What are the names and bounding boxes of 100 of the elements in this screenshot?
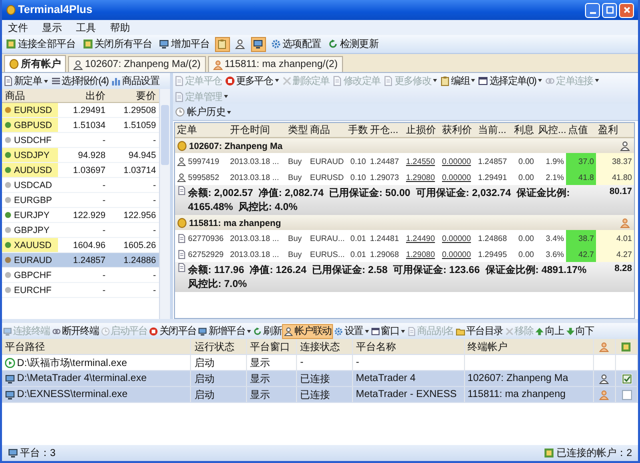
cell-text: 显示: [250, 388, 270, 402]
toolbar-button[interactable]: 选择报价(4): [50, 74, 110, 88]
quote-row[interactable]: USDCAD - -: [2, 178, 159, 193]
quote-row[interactable]: EURCHF - -: [2, 283, 159, 298]
column-header[interactable]: 平台名称: [352, 339, 465, 354]
toolbar-button[interactable]: 窗口: [370, 324, 406, 338]
toolbar-button[interactable]: 检测更新: [326, 36, 380, 52]
column-header[interactable]: 平台路径: [2, 339, 192, 354]
quote-row[interactable]: USDJPY 94.928 94.945: [2, 148, 159, 163]
toolbar-button[interactable]: 连接全部平台: [4, 36, 78, 52]
price-link[interactable]: 0.00000: [442, 172, 471, 182]
close-button[interactable]: [619, 2, 634, 18]
account-tab[interactable]: 102607: Zhanpeng Ma/(2): [68, 56, 206, 72]
column-header[interactable]: 出价: [58, 88, 108, 102]
column-header[interactable]: 商品: [308, 123, 346, 138]
column-header[interactable]: 开仓...: [368, 123, 404, 138]
column-header[interactable]: 当前...: [476, 123, 512, 138]
table-cell: 0.00: [512, 246, 536, 262]
column-header[interactable]: 商品: [2, 88, 58, 102]
tile-icon: [544, 448, 554, 458]
toolbar-button[interactable]: 关闭平台: [148, 324, 198, 338]
quote-row[interactable]: EURAUD 1.24857 1.24886: [2, 253, 159, 268]
quote-row[interactable]: EURJPY 122.929 122.956: [2, 208, 159, 223]
price-link[interactable]: 0.00000: [442, 250, 471, 258]
column-header[interactable]: 平台窗口: [247, 339, 298, 354]
ask-price: -: [152, 225, 157, 235]
person-icon: [235, 39, 246, 49]
ask-price: -: [152, 180, 157, 190]
price-link[interactable]: 0.00000: [442, 156, 471, 166]
platform-row[interactable]: D:\EXNESS\terminal.exe 启动 显示 已连接 MetaTrader - EXNESS 115811: ma zhanpeng: [2, 387, 638, 403]
toggle-button[interactable]: [250, 36, 266, 52]
group-header[interactable]: 115811: ma zhanpeng: [175, 215, 634, 230]
column-header[interactable]: 风控...: [536, 123, 566, 138]
toolbar-button[interactable]: 新定单: [2, 74, 49, 88]
table-cell: 4.01: [596, 230, 634, 246]
maximize-button[interactable]: [602, 2, 617, 18]
price-link[interactable]: 1.24550: [406, 156, 435, 166]
toolbar-button[interactable]: 帐户联动: [282, 324, 334, 338]
menu-item[interactable]: 工具: [76, 20, 96, 34]
price-link[interactable]: 1.29080: [406, 172, 435, 182]
column-header[interactable]: 点值: [566, 123, 596, 138]
quote-row[interactable]: EURGBP - -: [2, 193, 159, 208]
column-header[interactable]: 手数: [346, 123, 368, 138]
group-header[interactable]: 102607: Zhanpeng Ma: [175, 138, 634, 153]
toolbar-button[interactable]: 平台目录: [454, 324, 504, 338]
column-header[interactable]: 要价: [108, 88, 159, 102]
column-header[interactable]: 获利价: [440, 123, 476, 138]
price-link[interactable]: 0.00000: [442, 234, 471, 242]
toggle-button[interactable]: [214, 36, 230, 52]
toolbar-button[interactable]: 向下: [564, 324, 595, 338]
quote-row[interactable]: GBPCHF - -: [2, 268, 159, 283]
toolbar-button[interactable]: 增加平台: [157, 36, 212, 52]
price-link[interactable]: 1.29080: [406, 250, 435, 258]
column-header[interactable]: 终端帐户: [464, 339, 594, 354]
column-header[interactable]: 开仓时间: [228, 123, 286, 138]
quote-row[interactable]: GBPUSD 1.51034 1.51059: [2, 118, 159, 133]
platform-row[interactable]: D:\MetaTrader 4\terminal.exe 启动 显示 已连接 MetaTrader 4 102607: Zhanpeng Ma: [2, 371, 638, 387]
toolbar-button[interactable]: 向上: [534, 324, 565, 338]
toolbar-button[interactable]: 选择定单(0): [477, 73, 544, 88]
column-header[interactable]: 盈利: [596, 123, 634, 138]
table-cell: Buy: [286, 153, 308, 169]
up-arrow-icon: [535, 326, 544, 336]
minimize-button[interactable]: [585, 2, 600, 18]
column-header[interactable]: 连接状态: [297, 339, 353, 354]
account-summary: 余额: 2,002.57 净值: 2,082.74 已用保证金: 50.00 可用保证金: 2,032.74 保证金比例: 4165.48% 风控比: 4.0%: [188, 186, 571, 214]
account-history-button[interactable]: 帐户历史: [173, 104, 234, 120]
table-cell: 1.24868: [476, 230, 512, 246]
account-tab[interactable]: 115811: ma zhanpeng/(2): [208, 56, 343, 72]
toolbar-button[interactable]: 新增平台: [197, 324, 252, 338]
quote-row[interactable]: EURUSD 1.29491 1.29508: [2, 103, 159, 118]
toolbar-button[interactable]: 编组: [439, 73, 476, 88]
table-cell: 0.00: [512, 169, 536, 185]
toolbar-button[interactable]: 更多平仓: [224, 73, 280, 88]
checkbox[interactable]: [622, 374, 632, 384]
menu-item[interactable]: 帮助: [110, 20, 130, 34]
menu-item[interactable]: 显示: [42, 20, 62, 34]
toolbar-button[interactable]: 选项配置: [268, 36, 324, 52]
coin-icon: [6, 5, 16, 15]
quote-row[interactable]: AUDUSD 1.03697 1.03714: [2, 163, 159, 178]
table-cell: 2013.03.18 ...: [228, 246, 286, 262]
price-link[interactable]: 1.24490: [406, 234, 435, 242]
quote-row[interactable]: XAUUSD 1604.96 1605.26: [2, 238, 159, 253]
toolbar-button[interactable]: 商品设置: [110, 74, 160, 88]
column-header[interactable]: 运行状态: [191, 339, 248, 354]
menu-item[interactable]: 文件: [8, 20, 28, 34]
column-header[interactable]: 类型: [286, 123, 308, 138]
bid-price: -: [102, 180, 106, 190]
toolbar-button[interactable]: 关闭所有平台: [80, 36, 154, 52]
account-tab[interactable]: 所有帐户: [4, 55, 66, 72]
toolbar-button[interactable]: 刷新: [252, 324, 282, 338]
scrollbar[interactable]: [159, 89, 170, 319]
table-cell: 0.01: [346, 230, 368, 246]
column-header[interactable]: 止损价: [404, 123, 440, 138]
toolbar-button[interactable]: 设置: [333, 324, 370, 338]
toggle-button[interactable]: [232, 36, 248, 52]
checkbox[interactable]: [622, 390, 632, 400]
scroll-thumb[interactable]: [161, 105, 169, 165]
column-header[interactable]: 利息: [512, 123, 536, 138]
column-header[interactable]: 定单: [175, 123, 228, 138]
toolbar-button[interactable]: 断开终端: [50, 324, 100, 338]
